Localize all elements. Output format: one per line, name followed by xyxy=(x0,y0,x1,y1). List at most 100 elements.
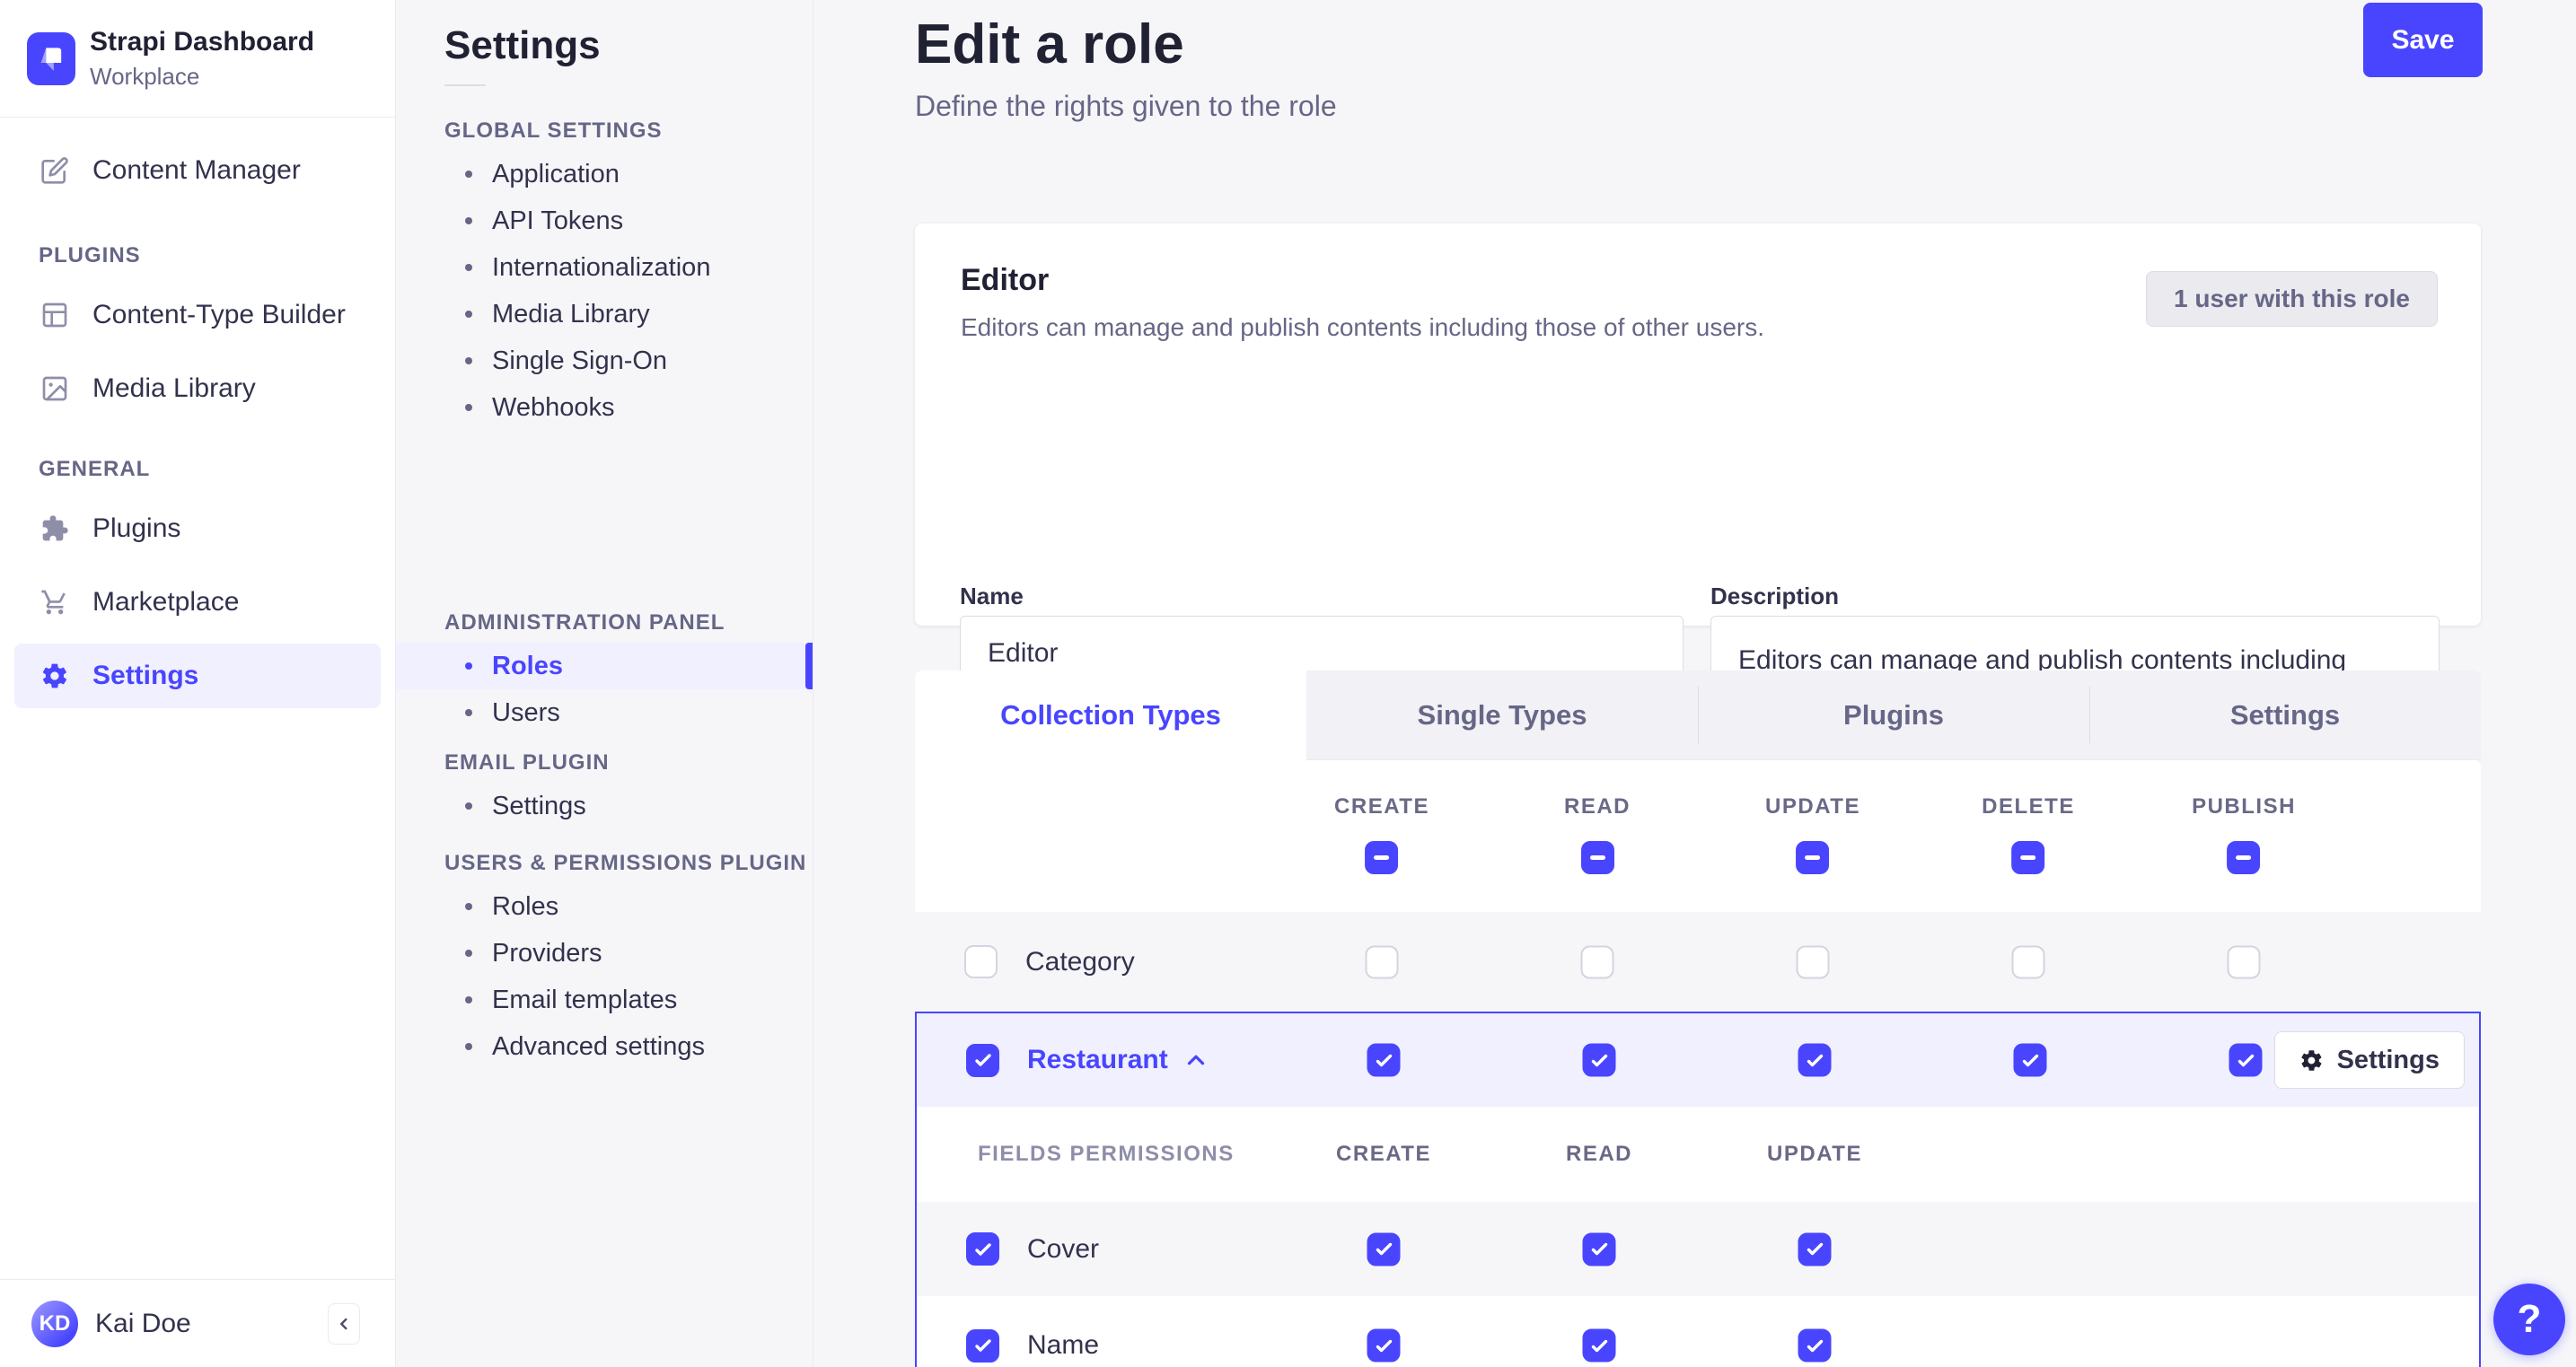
sidebar-item-content-manager[interactable]: Content Manager xyxy=(14,138,381,203)
restaurant-row-checkbox[interactable] xyxy=(966,1043,999,1077)
sidebar-section-general: GENERAL xyxy=(39,457,151,481)
subnav-item-advanced-settings[interactable]: Advanced settings xyxy=(396,1023,813,1070)
plugins-icon xyxy=(40,514,69,543)
subnav-item-api-tokens[interactable]: API Tokens xyxy=(396,197,813,244)
update-all-checkbox[interactable] xyxy=(1796,841,1830,874)
row-label[interactable]: Name xyxy=(1027,1330,1099,1361)
subnav-item-label: Single Sign-On xyxy=(492,346,668,375)
content-type-builder-icon xyxy=(40,301,69,329)
tab-single-types[interactable]: Single Types xyxy=(1306,670,1698,759)
cover-read-checkbox[interactable] xyxy=(1582,1232,1616,1266)
subnav-item-webhooks[interactable]: Webhooks xyxy=(396,384,813,431)
subnav-item-label: Roles xyxy=(492,891,559,921)
subnav-item-internationalization[interactable]: Internationalization xyxy=(396,244,813,291)
subnav-section-users-permissions: USERS & PERMISSIONS PLUGIN xyxy=(444,851,807,875)
restaurant-create-checkbox[interactable] xyxy=(1367,1043,1401,1077)
tab-settings[interactable]: Settings xyxy=(2089,670,2481,759)
tab-plugins[interactable]: Plugins xyxy=(1698,670,2089,759)
divider xyxy=(444,84,486,86)
subnav-item-label: Settings xyxy=(492,791,586,820)
publish-all-checkbox[interactable] xyxy=(2227,841,2261,874)
restaurant-read-checkbox[interactable] xyxy=(1582,1043,1616,1077)
permissions-header-row: CREATE READ UPDATE DELETE PUBLISH xyxy=(915,760,2481,912)
create-all-checkbox[interactable] xyxy=(1365,841,1399,874)
users-with-role-button[interactable]: 1 user with this role xyxy=(2146,271,2438,327)
row-label[interactable]: Cover xyxy=(1027,1234,1099,1265)
subnav-title: Settings xyxy=(444,23,601,67)
subnav-item-application[interactable]: Application xyxy=(396,151,813,197)
chevron-up-icon[interactable] xyxy=(1182,1047,1209,1073)
subnav-item-providers[interactable]: Providers xyxy=(396,930,813,977)
help-button[interactable]: ? xyxy=(2493,1284,2565,1355)
cover-create-checkbox[interactable] xyxy=(1367,1232,1401,1266)
chevron-left-icon xyxy=(334,1314,354,1334)
sidebar-item-label: Media Library xyxy=(92,373,256,403)
sidebar-item-media-library[interactable]: Media Library xyxy=(14,356,381,421)
category-update-checkbox[interactable] xyxy=(1796,945,1830,978)
row-label[interactable]: Restaurant xyxy=(1027,1045,1168,1075)
subnav-item-label: API Tokens xyxy=(492,206,624,235)
subnav-item-up-roles[interactable]: Roles xyxy=(396,883,813,930)
read-all-checkbox[interactable] xyxy=(1580,841,1614,874)
cover-row-checkbox[interactable] xyxy=(966,1232,999,1266)
sidebar-footer: KD Kai Doe xyxy=(0,1279,395,1367)
category-delete-checkbox[interactable] xyxy=(2011,945,2045,978)
subnav-item-single-sign-on[interactable]: Single Sign-On xyxy=(396,337,813,384)
column-header-create: CREATE xyxy=(1334,794,1429,819)
sidebar-item-plugins[interactable]: Plugins xyxy=(14,496,381,561)
marketplace-cart-icon xyxy=(40,588,69,617)
restaurant-settings-button[interactable]: Settings xyxy=(2273,1031,2465,1089)
role-name-heading: Editor xyxy=(961,263,1050,297)
save-button[interactable]: Save xyxy=(2363,3,2483,77)
subnav-item-email-templates[interactable]: Email templates xyxy=(396,977,813,1023)
restaurant-update-checkbox[interactable] xyxy=(1798,1043,1832,1077)
row-label[interactable]: Category xyxy=(1025,947,1135,977)
restaurant-delete-checkbox[interactable] xyxy=(2013,1043,2047,1077)
active-indicator xyxy=(805,643,813,689)
avatar[interactable]: KD xyxy=(31,1300,78,1347)
role-description-text: Editors can manage and publish contents … xyxy=(961,313,1765,341)
collapse-sidebar-button[interactable] xyxy=(328,1302,360,1345)
sidebar-item-content-type-builder[interactable]: Content-Type Builder xyxy=(14,283,381,347)
page-subtitle: Define the rights given to the role xyxy=(915,90,1337,122)
role-details-card: Editor Editors can manage and publish co… xyxy=(915,223,2481,808)
category-publish-checkbox[interactable] xyxy=(2227,945,2261,978)
bullet-icon xyxy=(465,662,472,670)
subnav-item-label: Application xyxy=(492,159,620,188)
category-read-checkbox[interactable] xyxy=(1580,945,1614,978)
sidebar-item-marketplace[interactable]: Marketplace xyxy=(14,570,381,635)
delete-all-checkbox[interactable] xyxy=(2011,841,2045,874)
description-label: Description xyxy=(1710,583,1840,609)
sidebar-item-settings[interactable]: Settings xyxy=(14,644,381,708)
subnav-item-label: Media Library xyxy=(492,299,650,329)
bullet-icon xyxy=(465,996,472,1003)
name-row-checkbox[interactable] xyxy=(966,1328,999,1363)
subnav-item-label: Providers xyxy=(492,938,602,968)
subnav-item-label: Email templates xyxy=(492,985,678,1014)
main-content: Edit a role Define the rights given to t… xyxy=(813,0,2576,1367)
name-update-checkbox[interactable] xyxy=(1798,1328,1832,1363)
subnav-item-roles[interactable]: Roles xyxy=(396,643,813,689)
subnav-item-label: Users xyxy=(492,697,560,727)
sidebar-section-plugins: PLUGINS xyxy=(39,243,141,267)
category-row-checkbox[interactable] xyxy=(964,945,998,978)
tab-collection-types[interactable]: Collection Types xyxy=(915,670,1306,760)
bullet-icon xyxy=(465,709,472,716)
sidebar-item-label: Content-Type Builder xyxy=(92,300,346,329)
name-create-checkbox[interactable] xyxy=(1367,1328,1401,1363)
gear-icon xyxy=(40,662,69,690)
cover-update-checkbox[interactable] xyxy=(1798,1232,1832,1266)
category-create-checkbox[interactable] xyxy=(1365,945,1399,978)
column-header-publish: PUBLISH xyxy=(2192,794,2296,819)
app-title: Strapi Dashboard xyxy=(90,26,315,57)
subnav-section-global-settings: GLOBAL SETTINGS xyxy=(444,118,663,143)
name-read-checkbox[interactable] xyxy=(1582,1328,1616,1363)
page-title: Edit a role xyxy=(915,13,1184,75)
subnav-item-users[interactable]: Users xyxy=(396,689,813,736)
column-header-delete: DELETE xyxy=(1982,794,2075,819)
restaurant-publish-checkbox[interactable] xyxy=(2229,1043,2263,1077)
subnav-item-email-settings[interactable]: Settings xyxy=(396,783,813,829)
brand-header: Strapi Dashboard Workplace xyxy=(0,0,395,118)
subnav-item-media-library[interactable]: Media Library xyxy=(396,291,813,337)
bullet-icon xyxy=(465,264,472,271)
